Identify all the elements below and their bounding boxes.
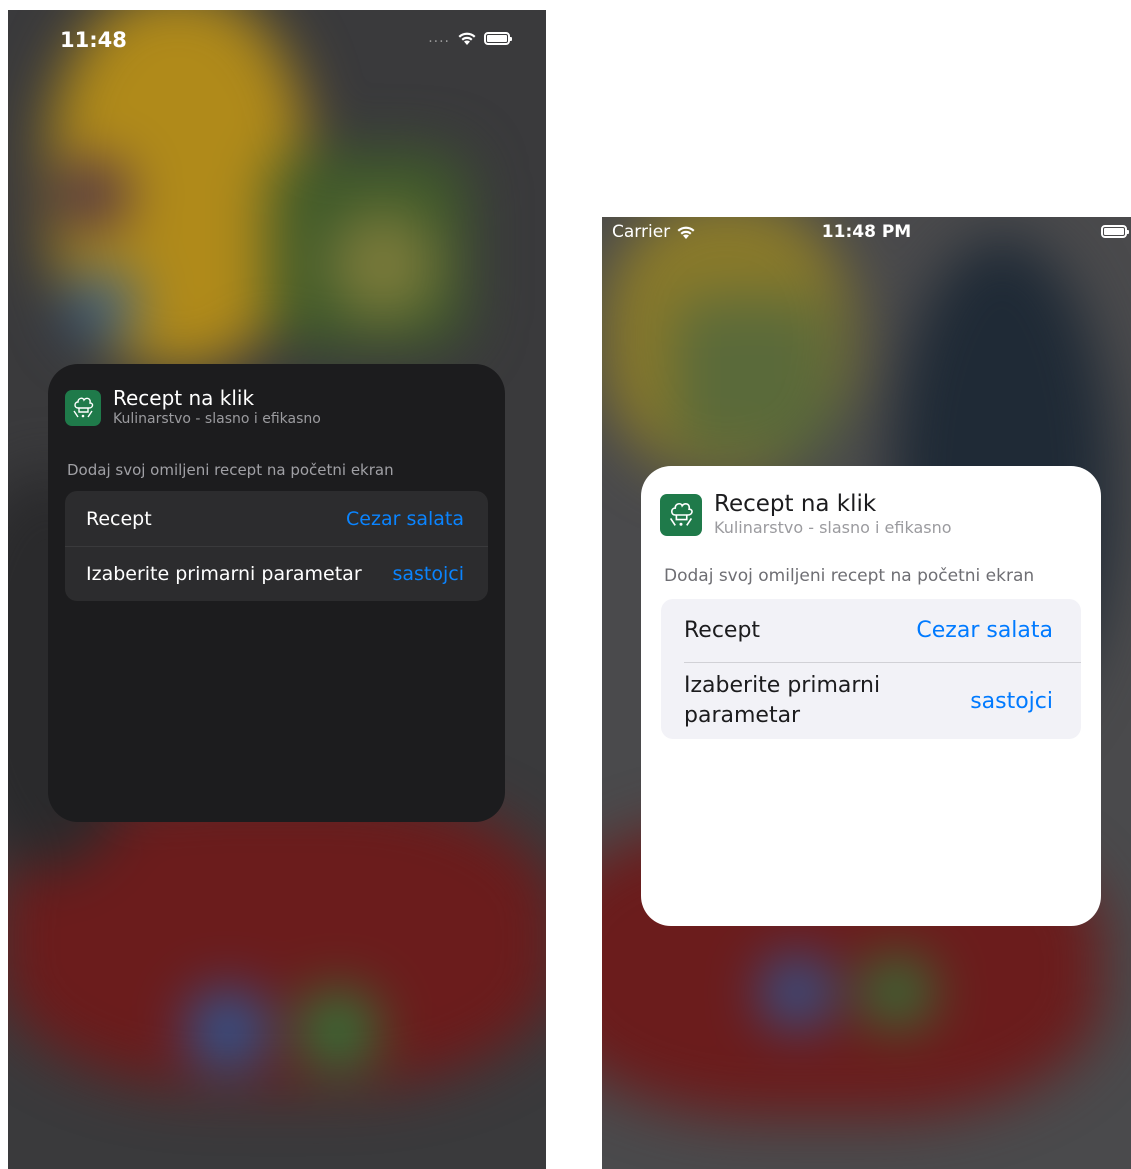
parameter-row-primary[interactable]: Izaberite primarni parametar sastojci xyxy=(65,546,488,601)
app-title: Recept na klik xyxy=(113,386,255,410)
parameter-row-recept[interactable]: Recept Cezar salata xyxy=(65,491,488,546)
widget-config-card: Recept na klik Kulinarstvo - slasno i ef… xyxy=(641,466,1101,926)
parameter-label: Recept xyxy=(684,617,761,643)
signal-dots-icon: .... xyxy=(428,30,450,46)
app-subtitle: Kulinarstvo - slasno i efikasno xyxy=(714,518,952,537)
parameter-list: Recept Cezar salata Izaberite primarni p… xyxy=(661,599,1081,739)
parameter-list: Recept Cezar salata Izaberite primarni p… xyxy=(65,491,488,601)
battery-icon xyxy=(1101,225,1129,238)
status-time: 11:48 PM xyxy=(821,222,912,242)
app-subtitle: Kulinarstvo - slasno i efikasno xyxy=(113,411,321,427)
status-bar: Carrier 11:48 PM xyxy=(602,217,1131,247)
parameter-row-primary[interactable]: Izaberite primarni parametar sastojci xyxy=(684,662,1081,739)
app-title: Recept na klik xyxy=(714,491,877,517)
parameter-value-button[interactable]: Cezar salata xyxy=(346,508,464,530)
widget-config-card: Recept na klik Kulinarstvo - slasno i ef… xyxy=(48,364,505,822)
widget-description: Dodaj svoj omiljeni recept na početni ek… xyxy=(664,566,1035,586)
parameter-label: Izaberite primarni parametar xyxy=(86,563,362,585)
widget-description: Dodaj svoj omiljeni recept na početni ek… xyxy=(67,461,394,479)
status-time: 11:48 xyxy=(60,28,127,52)
parameter-label: Recept xyxy=(86,507,152,530)
app-header: Recept na klik Kulinarstvo - slasno i ef… xyxy=(65,386,321,428)
status-icons: .... xyxy=(428,30,512,46)
parameter-value-button[interactable]: sastojci xyxy=(392,563,464,585)
parameter-value-button[interactable]: Cezar salata xyxy=(916,618,1053,643)
chef-hat-icon xyxy=(660,494,702,536)
parameter-row-recept[interactable]: Recept Cezar salata xyxy=(661,599,1081,662)
chef-hat-icon xyxy=(65,390,101,426)
parameter-value-button[interactable]: sastojci xyxy=(970,689,1053,714)
app-header: Recept na klik Kulinarstvo - slasno i ef… xyxy=(660,490,952,538)
light-mode-screen: Carrier 11:48 PM Recept na klik Kulinars… xyxy=(602,217,1131,1169)
battery-icon xyxy=(484,31,512,45)
parameter-label: Izaberite primarni parametar xyxy=(684,673,881,728)
wifi-icon xyxy=(458,32,476,45)
dark-mode-screen: 11:48 .... Recept na klik Kulinarstvo - … xyxy=(8,10,546,1169)
